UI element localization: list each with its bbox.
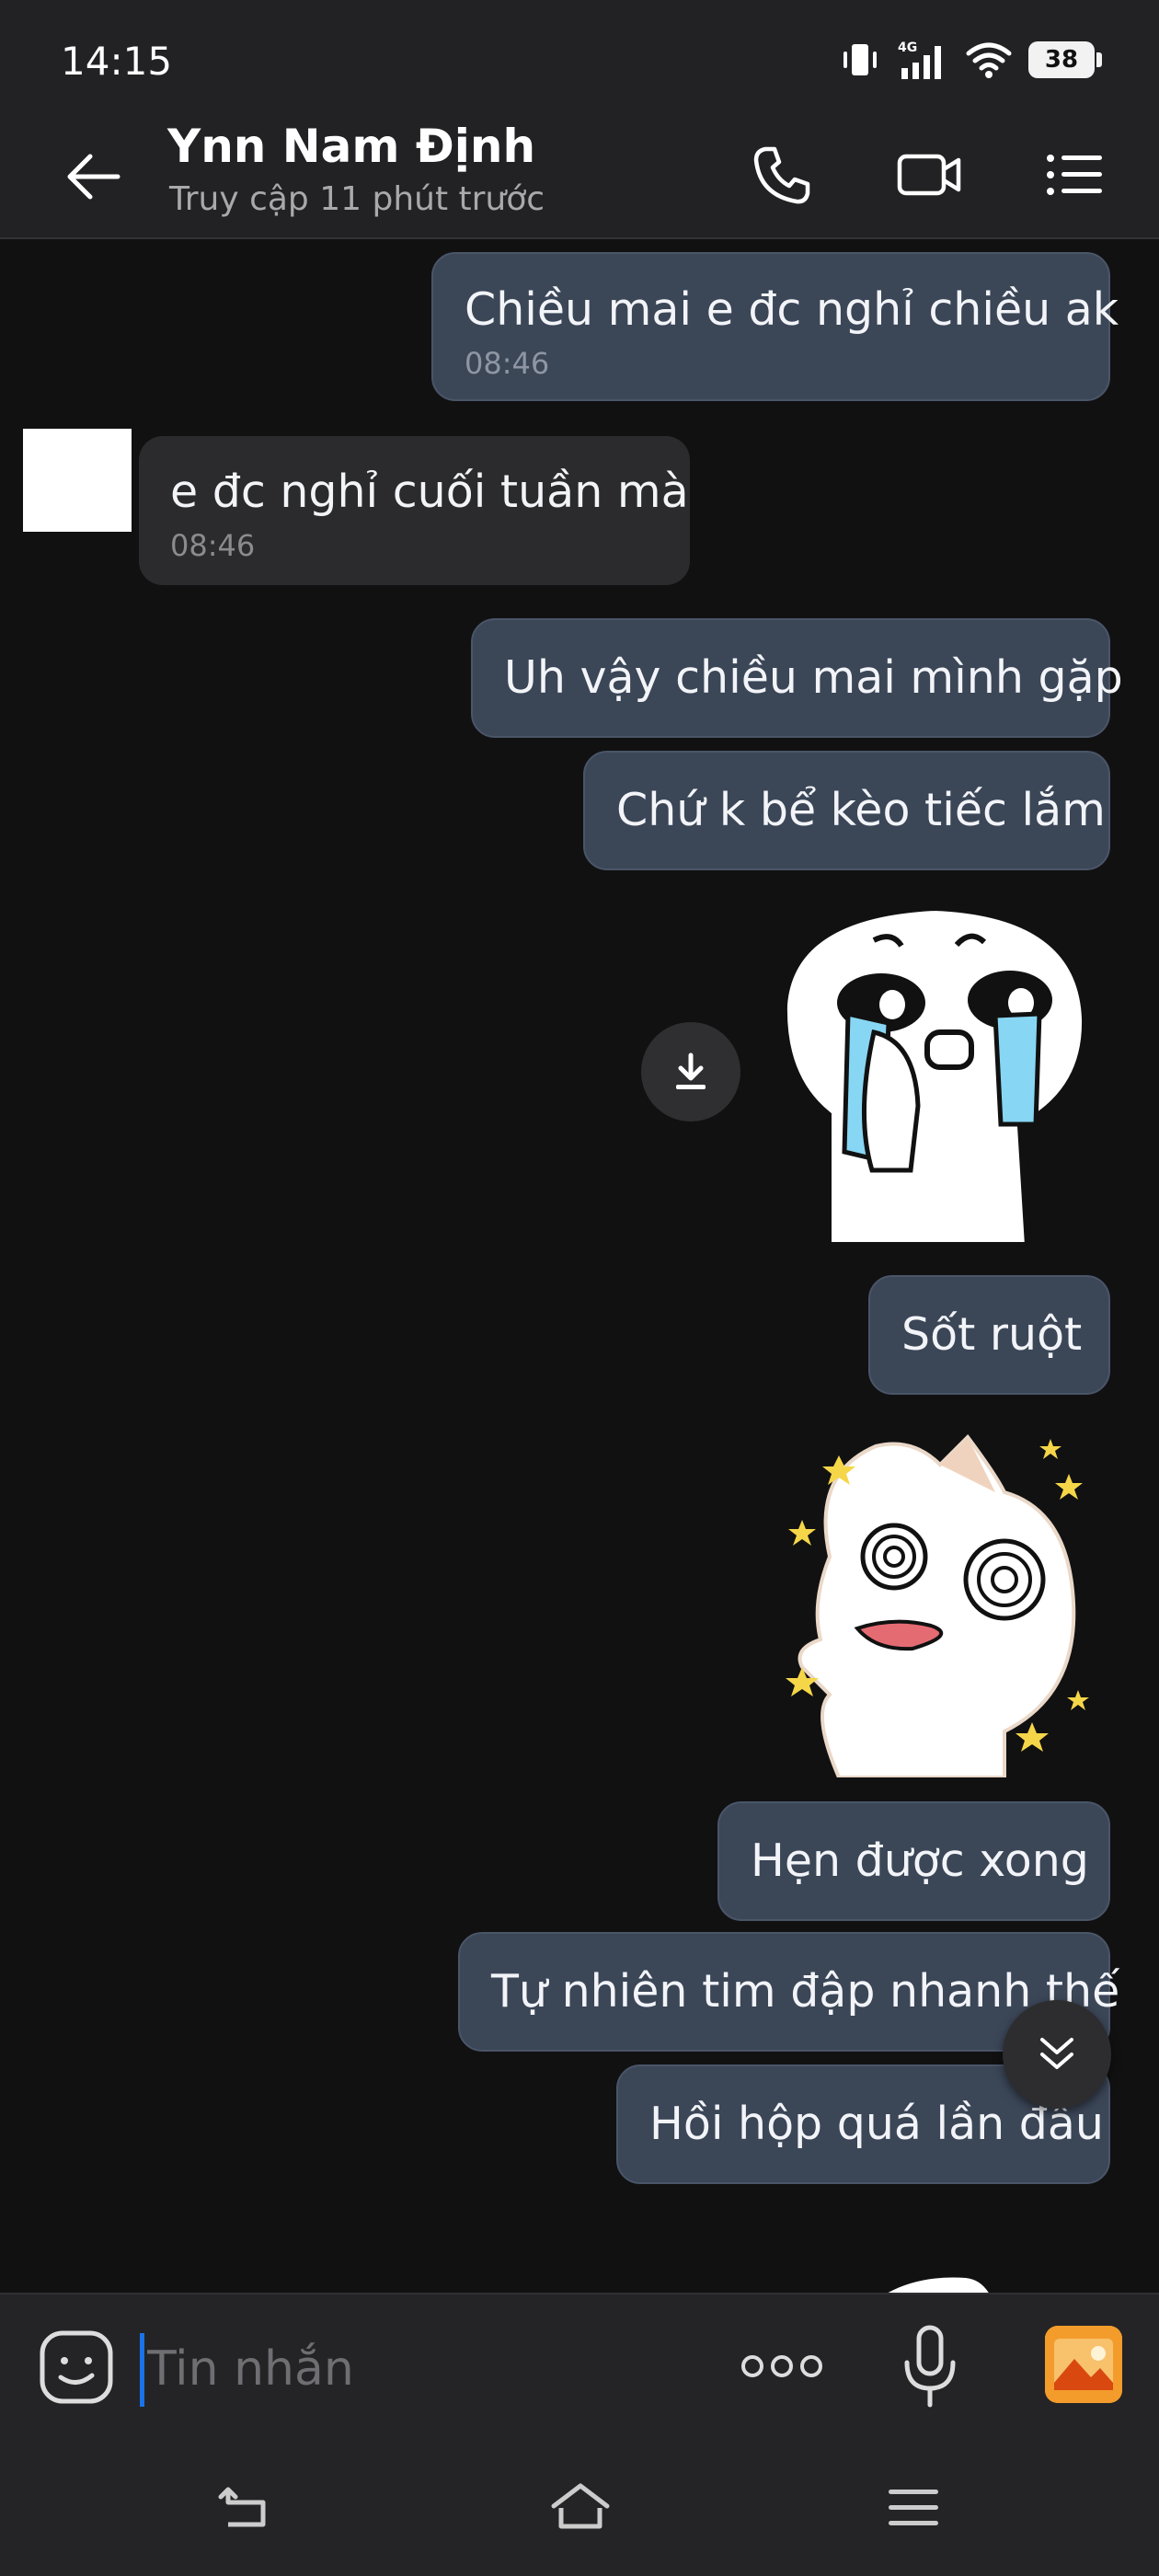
message-text: Chiều mai e đc nghỉ chiều ak <box>465 283 1119 336</box>
contact-avatar[interactable] <box>23 429 132 532</box>
message-bubble-outgoing[interactable]: Sốt ruột <box>868 1275 1110 1395</box>
message-bubble-outgoing[interactable]: Chứ k bể kèo tiếc lắm <box>583 751 1110 870</box>
contact-name[interactable]: Ynn Nam Định <box>167 120 535 173</box>
message-text: Tự nhiên tim đập nhanh thế <box>491 1965 1120 2018</box>
download-button[interactable] <box>641 1022 740 1121</box>
more-dots-icon[interactable] <box>736 2339 828 2394</box>
scroll-to-bottom-button[interactable] <box>1003 2000 1111 2109</box>
status-icons: 4G 38 <box>839 37 1102 83</box>
wifi-icon <box>966 42 1012 78</box>
nav-home-icon[interactable] <box>548 2480 613 2536</box>
gallery-button[interactable] <box>1045 2326 1122 2403</box>
message-bubble-outgoing[interactable]: Uh vậy chiều mai mình gặp <box>471 618 1123 738</box>
network-type-label: 4G <box>898 40 917 55</box>
status-bar: 14:15 4G 38 <box>0 0 1159 120</box>
battery-indicator: 38 <box>1028 41 1102 78</box>
message-text: e đc nghỉ cuối tuần mà <box>170 466 689 518</box>
cellular-signal-icon: 4G <box>898 40 941 79</box>
dizzy-sticker[interactable] <box>775 1419 1101 1777</box>
sticker-emoji-icon[interactable] <box>37 2328 116 2407</box>
message-time: 08:46 <box>170 528 256 563</box>
vibrate-icon <box>843 44 877 75</box>
crying-sticker[interactable] <box>763 894 1104 1253</box>
message-text: Sốt ruột <box>901 1308 1083 1361</box>
message-bubble-outgoing[interactable]: Chiều mai e đc nghỉ chiều ak 08:46 <box>431 252 1119 401</box>
message-bubble-incoming[interactable]: e đc nghỉ cuối tuần mà 08:46 <box>139 436 690 585</box>
text-cursor <box>140 2333 144 2407</box>
message-list[interactable]: Chiều mai e đc nghỉ chiều ak 08:46 e đc … <box>0 241 1159 2293</box>
system-nav-bar <box>0 2440 1159 2576</box>
double-chevron-down-icon <box>1040 2038 1073 2069</box>
nav-menu-icon[interactable] <box>881 2480 946 2536</box>
message-text: Chứ k bể kèo tiếc lắm <box>616 784 1106 836</box>
nav-back-icon[interactable] <box>213 2480 278 2536</box>
microphone-icon[interactable] <box>898 2322 962 2410</box>
download-icon <box>676 1052 706 1089</box>
message-input-bar <box>0 2293 1159 2440</box>
partial-sticker <box>888 2277 989 2293</box>
message-time: 08:46 <box>465 346 550 381</box>
message-text: Uh vậy chiều mai mình gặp <box>504 651 1123 704</box>
list-menu-icon[interactable] <box>1038 138 1111 212</box>
phone-icon[interactable] <box>745 138 819 212</box>
last-seen-status: Truy cập 11 phút trước <box>169 180 545 218</box>
gallery-icon <box>1045 2326 1122 2403</box>
status-time: 14:15 <box>61 39 173 84</box>
chat-header: Ynn Nam Định Truy cập 11 phút trước <box>0 120 1159 239</box>
message-input[interactable] <box>147 2328 717 2410</box>
back-arrow-icon[interactable] <box>61 140 134 213</box>
message-text: Hẹn được xong <box>751 1834 1089 1887</box>
message-text: Hồi hộp quá lần đầu <box>649 2098 1104 2150</box>
video-call-icon[interactable] <box>892 138 966 212</box>
message-bubble-outgoing[interactable]: Hẹn được xong <box>717 1801 1110 1921</box>
